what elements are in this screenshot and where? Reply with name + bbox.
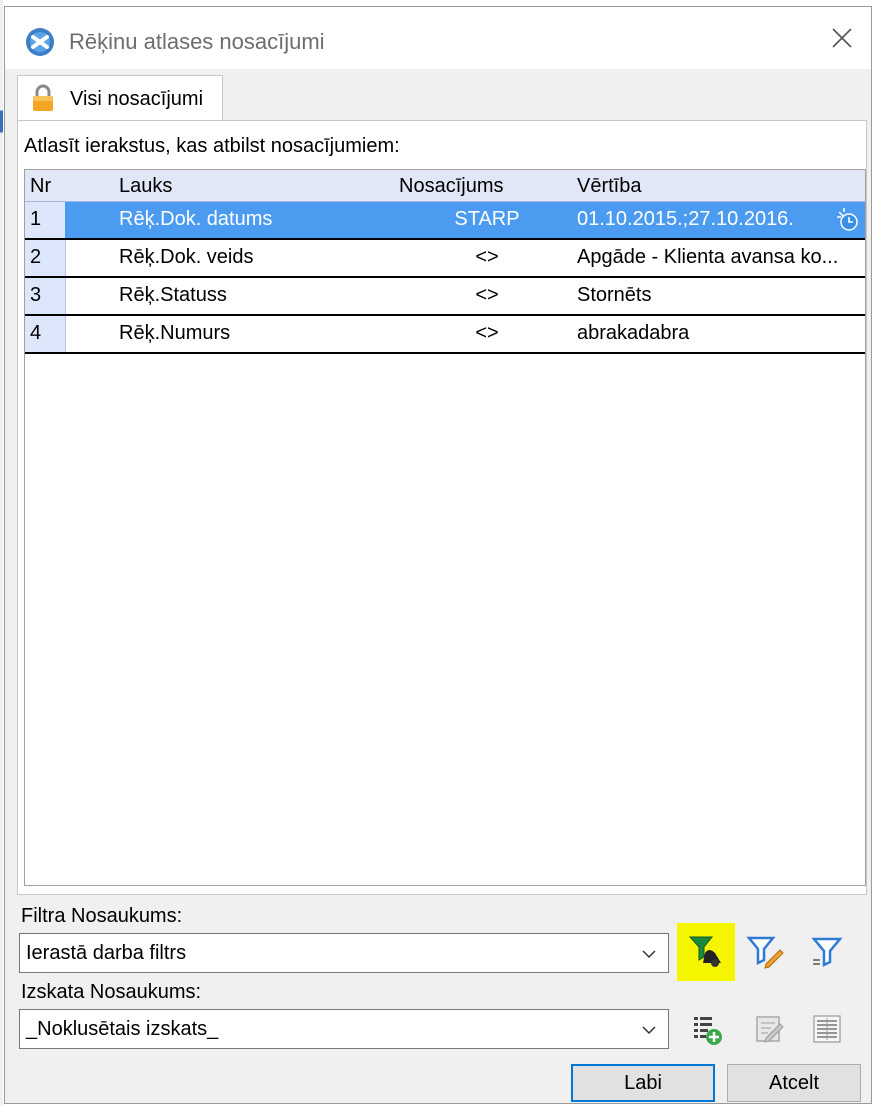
chevron-down-icon bbox=[642, 1026, 656, 1035]
row-nr: 1 bbox=[30, 208, 42, 230]
table-row[interactable]: 4 Rēķ.Numurs <> abrakadabra bbox=[25, 316, 865, 354]
filter-name-value: Ierastā darba filtrs bbox=[26, 942, 187, 964]
row-field: Rēķ.Statuss bbox=[119, 284, 227, 306]
row-condition: <> bbox=[475, 322, 499, 344]
table-row[interactable]: 1 Rēķ.Dok. datums STARP 01.10.2015.;27.1… bbox=[25, 202, 865, 240]
column-header-condition[interactable]: Nosacījums bbox=[399, 175, 503, 198]
conditions-panel: Atlasīt ierakstus, kas atbilst nosacījum… bbox=[17, 120, 867, 895]
chevron-down-icon bbox=[642, 950, 656, 959]
filter-name-select[interactable]: Ierastā darba filtrs bbox=[19, 933, 669, 973]
table-row[interactable]: 3 Rēķ.Statuss <> Stornēts bbox=[25, 278, 865, 316]
row-field: Rēķ.Dok. veids bbox=[119, 246, 254, 268]
row-value: Apgāde - Klienta avansa ko... bbox=[577, 246, 839, 268]
columns-view-button[interactable] bbox=[801, 1003, 853, 1055]
panel-caption: Atlasīt ierakstus, kas atbilst nosacījum… bbox=[24, 135, 400, 157]
clear-filter-icon bbox=[688, 936, 721, 967]
conditions-grid[interactable]: Nr Lauks Nosacījums Vērtība 1 Rēķ.Dok. d… bbox=[24, 169, 866, 886]
row-nr: 3 bbox=[30, 284, 42, 306]
tab-all-conditions[interactable]: Visi nosacījumi bbox=[17, 75, 223, 121]
add-view-icon bbox=[694, 1017, 722, 1045]
column-header-field[interactable]: Lauks bbox=[119, 175, 172, 198]
row-field: Rēķ.Dok. datums bbox=[119, 208, 273, 230]
row-value: Stornēts bbox=[577, 284, 652, 306]
title-bar: Rēķinu atlases nosacījumi bbox=[5, 7, 871, 69]
edit-filter-icon bbox=[746, 936, 784, 969]
edit-filter-button[interactable] bbox=[739, 925, 791, 977]
table-row[interactable]: 2 Rēķ.Dok. veids <> Apgāde - Klienta ava… bbox=[25, 240, 865, 278]
background-edge bbox=[0, 0, 3, 1105]
lock-icon bbox=[33, 84, 53, 111]
close-icon bbox=[832, 28, 852, 48]
row-value: 01.10.2015.;27.10.2016. bbox=[577, 208, 794, 230]
filter-icon bbox=[811, 937, 843, 968]
button-bar: Labi Atcelt bbox=[5, 1057, 871, 1105]
view-name-label: Izskata Nosaukums: bbox=[21, 981, 202, 1003]
row-field: Rēķ.Numurs bbox=[119, 322, 231, 344]
row-condition: <> bbox=[475, 246, 499, 268]
row-value: abrakadabra bbox=[577, 322, 690, 344]
edit-view-button[interactable] bbox=[743, 1003, 795, 1055]
filter-name-label: Filtra Nosaukums: bbox=[21, 905, 183, 927]
column-header-nr[interactable]: Nr bbox=[30, 175, 51, 198]
app-logo-icon bbox=[26, 28, 54, 56]
column-header-value[interactable]: Vērtība bbox=[577, 175, 641, 198]
grid-header: Nr Lauks Nosacījums Vērtība bbox=[25, 170, 865, 202]
ok-button[interactable]: Labi bbox=[571, 1064, 715, 1102]
cancel-button[interactable]: Atcelt bbox=[727, 1064, 861, 1102]
date-picker-icon[interactable] bbox=[835, 206, 861, 232]
window-title: Rēķinu atlases nosacījumi bbox=[69, 29, 325, 54]
close-button[interactable] bbox=[823, 21, 861, 55]
add-view-button[interactable] bbox=[681, 1003, 733, 1055]
row-condition: <> bbox=[475, 284, 499, 306]
columns-view-icon bbox=[813, 1015, 841, 1043]
tab-label: Visi nosacījumi bbox=[70, 88, 204, 110]
edit-view-icon bbox=[756, 1016, 784, 1043]
filter-button[interactable] bbox=[801, 925, 853, 977]
view-name-select[interactable]: _Noklusētais izskats_ bbox=[19, 1009, 669, 1049]
row-nr: 2 bbox=[30, 246, 42, 268]
clear-filter-button[interactable] bbox=[677, 923, 735, 981]
row-condition: STARP bbox=[454, 208, 520, 230]
row-nr: 4 bbox=[30, 322, 42, 344]
view-name-value: _Noklusētais izskats_ bbox=[26, 1018, 219, 1040]
dialog-window: Rēķinu atlases nosacījumi Visi nosacījum… bbox=[4, 6, 872, 1104]
